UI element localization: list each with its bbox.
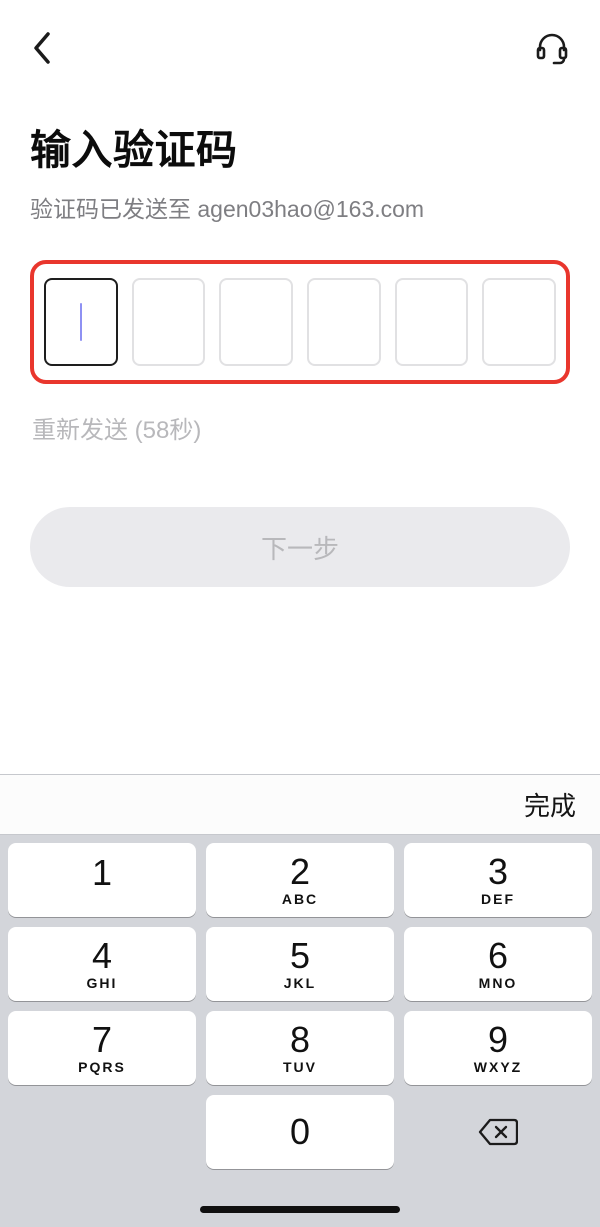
key-letters: GHI (87, 975, 118, 991)
keypad-row-3: 0 (8, 1095, 592, 1169)
code-box-2[interactable] (219, 278, 293, 366)
code-box-4[interactable] (395, 278, 469, 366)
next-button[interactable]: 下一步 (30, 507, 570, 587)
header (0, 0, 600, 81)
key-letters: WXYZ (474, 1059, 522, 1075)
key-3[interactable]: 3 DEF (404, 843, 592, 917)
cursor (80, 303, 82, 341)
page-title: 输入验证码 (30, 116, 570, 176)
key-empty (8, 1095, 196, 1169)
subtitle-prefix: 验证码已发送至 (30, 196, 197, 222)
keypad: 1 2 ABC 3 DEF 4 GHI 5 JKL 6 MN (0, 835, 600, 1173)
subtitle-email: agen03hao@163.com (197, 196, 424, 222)
keypad-row-2: 7 PQRS 8 TUV 9 WXYZ (8, 1011, 592, 1085)
key-0[interactable]: 0 (206, 1095, 394, 1169)
key-num: 9 (488, 1022, 508, 1058)
keypad-row-1: 4 GHI 5 JKL 6 MNO (8, 927, 592, 1001)
key-letters: JKL (284, 975, 316, 991)
subtitle: 验证码已发送至 agen03hao@163.com (30, 190, 570, 224)
keypad-row-0: 1 2 ABC 3 DEF (8, 843, 592, 917)
keyboard: 完成 1 2 ABC 3 DEF 4 GHI 5 JKL (0, 774, 600, 1227)
key-letters: MNO (479, 975, 518, 991)
key-9[interactable]: 9 WXYZ (404, 1011, 592, 1085)
key-num: 4 (92, 938, 112, 974)
keyboard-toolbar: 完成 (0, 775, 600, 835)
key-num: 7 (92, 1022, 112, 1058)
resend-label: 重新发送 (58秒) (30, 410, 570, 445)
next-button-label: 下一步 (261, 529, 339, 566)
chevron-left-icon (30, 30, 52, 66)
code-box-1[interactable] (132, 278, 206, 366)
key-letters: PQRS (78, 1059, 126, 1075)
key-num: 3 (488, 854, 508, 890)
key-backspace[interactable] (404, 1095, 592, 1169)
key-num: 5 (290, 938, 310, 974)
key-8[interactable]: 8 TUV (206, 1011, 394, 1085)
key-num: 0 (290, 1114, 310, 1150)
key-7[interactable]: 7 PQRS (8, 1011, 196, 1085)
code-box-0[interactable] (44, 278, 118, 366)
bottom-safe-area (0, 1173, 600, 1227)
key-num: 1 (92, 855, 112, 891)
key-1[interactable]: 1 (8, 843, 196, 917)
key-num: 2 (290, 854, 310, 890)
key-letters: TUV (283, 1059, 317, 1075)
headset-icon (534, 30, 570, 66)
key-letters: DEF (481, 891, 515, 907)
code-input-group[interactable] (30, 260, 570, 384)
keyboard-done-button[interactable]: 完成 (524, 786, 576, 823)
support-button[interactable] (534, 30, 570, 71)
code-box-3[interactable] (307, 278, 381, 366)
content: 输入验证码 验证码已发送至 agen03hao@163.com 重新发送 (58… (0, 81, 600, 587)
code-box-5[interactable] (482, 278, 556, 366)
home-indicator[interactable] (200, 1206, 400, 1213)
key-num: 8 (290, 1022, 310, 1058)
backspace-icon (478, 1117, 518, 1147)
key-letters: ABC (282, 891, 318, 907)
back-button[interactable] (30, 30, 52, 71)
key-5[interactable]: 5 JKL (206, 927, 394, 1001)
key-2[interactable]: 2 ABC (206, 843, 394, 917)
key-4[interactable]: 4 GHI (8, 927, 196, 1001)
key-6[interactable]: 6 MNO (404, 927, 592, 1001)
key-num: 6 (488, 938, 508, 974)
